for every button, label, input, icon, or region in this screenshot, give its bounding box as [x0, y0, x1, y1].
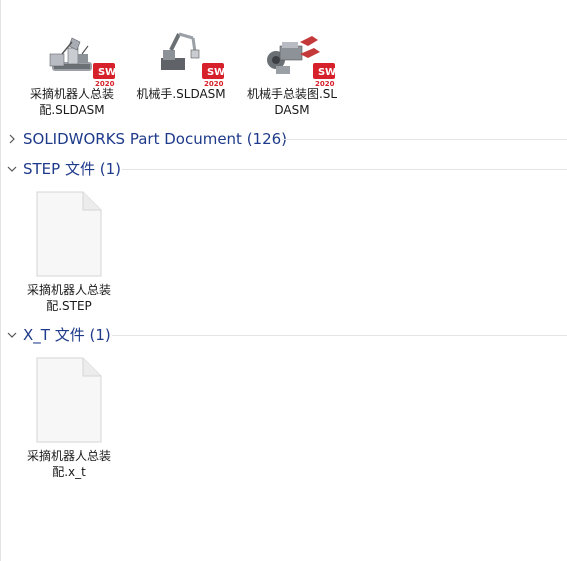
- file-name: 采摘机器人总装配.STEP: [26, 283, 111, 313]
- group-divider: [282, 139, 567, 140]
- chevron-down-icon: [7, 332, 17, 338]
- chevron-right-icon: [9, 134, 15, 144]
- assembly-robot-icon: S W 2020: [22, 28, 122, 112]
- file-name: 采摘机器人总装配.x_t: [26, 449, 111, 479]
- solidworks-badge-icon: S W 2020: [202, 63, 225, 88]
- svg-text:2020: 2020: [95, 80, 115, 88]
- svg-text:W: W: [105, 67, 116, 78]
- assembly-arm-icon: S W 2020: [131, 28, 231, 112]
- file-item-gripper-assembly[interactable]: S W 2020 机械手总装图.SLDASM: [242, 28, 342, 118]
- group-header-step[interactable]: STEP 文件 (1): [0, 159, 567, 181]
- group-divider: [122, 169, 567, 170]
- group-header-xt[interactable]: X_T 文件 (1): [0, 325, 567, 347]
- group-divider: [112, 335, 567, 336]
- chevron-down-icon: [7, 166, 17, 172]
- svg-text:W: W: [214, 67, 225, 78]
- svg-text:2020: 2020: [315, 80, 335, 88]
- file-item-arm-assembly[interactable]: S W 2020 机械手.SLDASM: [131, 28, 231, 102]
- solidworks-badge-icon: S W 2020: [313, 63, 336, 88]
- file-explorer-content: S W 2020 采摘机器人总装配.SLDASM S W 2020 机械手.SL…: [0, 0, 567, 561]
- file-item-robot-assembly[interactable]: S W 2020 采摘机器人总装配.SLDASM: [22, 28, 122, 118]
- group-title: SOLIDWORKS Part Document (126): [23, 130, 288, 148]
- group-title: STEP 文件 (1): [23, 160, 121, 178]
- group-header-solidworks-parts[interactable]: SOLIDWORKS Part Document (126): [0, 129, 567, 151]
- solidworks-badge-icon: S W 2020: [93, 63, 116, 88]
- generic-document-icon: [19, 356, 119, 448]
- svg-text:2020: 2020: [204, 80, 224, 88]
- group-title: X_T 文件 (1): [23, 326, 111, 344]
- generic-document-icon: [19, 190, 119, 282]
- svg-text:W: W: [325, 67, 336, 78]
- file-item-xt[interactable]: 采摘机器人总装配.x_t: [19, 356, 119, 480]
- pane-border: [0, 0, 1, 561]
- assembly-gripper-icon: S W 2020: [242, 28, 342, 112]
- file-item-step[interactable]: 采摘机器人总装配.STEP: [19, 190, 119, 314]
